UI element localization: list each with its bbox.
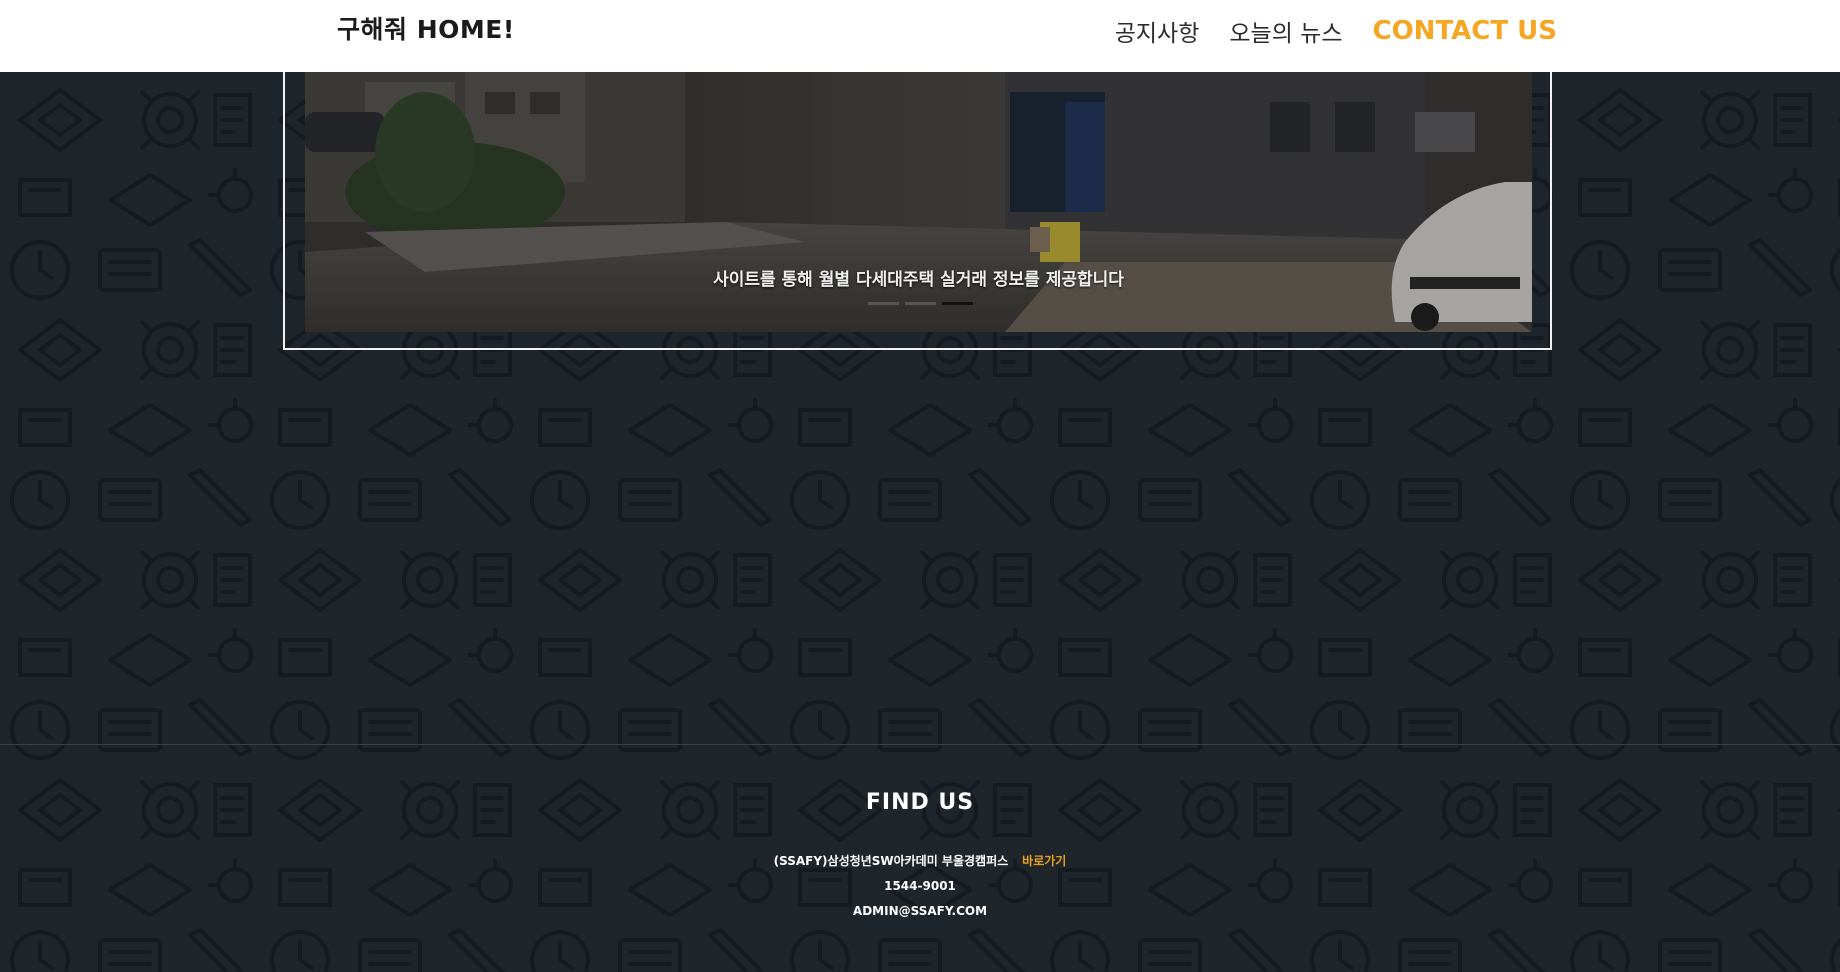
slide-caption: 사이트를 통해 월별 다세대주택 실거래 정보를 제공합니다 bbox=[713, 270, 1124, 290]
footer-address: (SSAFY)삼성청년SW아카데미 부울경캠퍼스 bbox=[773, 854, 1009, 868]
carousel-indicator-2[interactable] bbox=[905, 302, 936, 305]
slide-image bbox=[305, 72, 1532, 332]
main-nav: 공지사항 오늘의 뉴스 CONTACT US bbox=[1115, 14, 1557, 48]
top-header: 구해줘 HOME! 공지사항 오늘의 뉴스 CONTACT US bbox=[0, 0, 1840, 72]
carousel-indicators bbox=[868, 302, 973, 305]
carousel-indicator-1[interactable] bbox=[868, 302, 899, 305]
nav-item-contact-us[interactable]: CONTACT US bbox=[1373, 16, 1558, 46]
footer-shortcut-link[interactable]: 바로가기 bbox=[1022, 854, 1066, 868]
footer-phone: 1544-9001 bbox=[884, 879, 956, 893]
footer-email: ADMIN@SSAFY.COM bbox=[852, 904, 988, 918]
brand-logo-link[interactable]: 구해줘 HOME! bbox=[337, 10, 515, 46]
nav-item-notice[interactable]: 공지사항 bbox=[1115, 14, 1200, 48]
footer: FIND US (SSAFY)삼성청년SW아카데미 부울경캠퍼스 바로가기 154… bbox=[0, 790, 1840, 924]
carousel-indicator-3[interactable] bbox=[942, 302, 973, 305]
footer-divider bbox=[0, 744, 1840, 745]
footer-title: FIND US bbox=[865, 790, 975, 815]
carousel-slide[interactable]: 사이트를 통해 월별 다세대주택 실거래 정보를 제공합니다 bbox=[305, 72, 1532, 332]
footer-address-line: (SSAFY)삼성청년SW아카데미 부울경캠퍼스 바로가기 bbox=[0, 849, 1840, 874]
nav-item-today-news[interactable]: 오늘의 뉴스 bbox=[1229, 14, 1342, 48]
